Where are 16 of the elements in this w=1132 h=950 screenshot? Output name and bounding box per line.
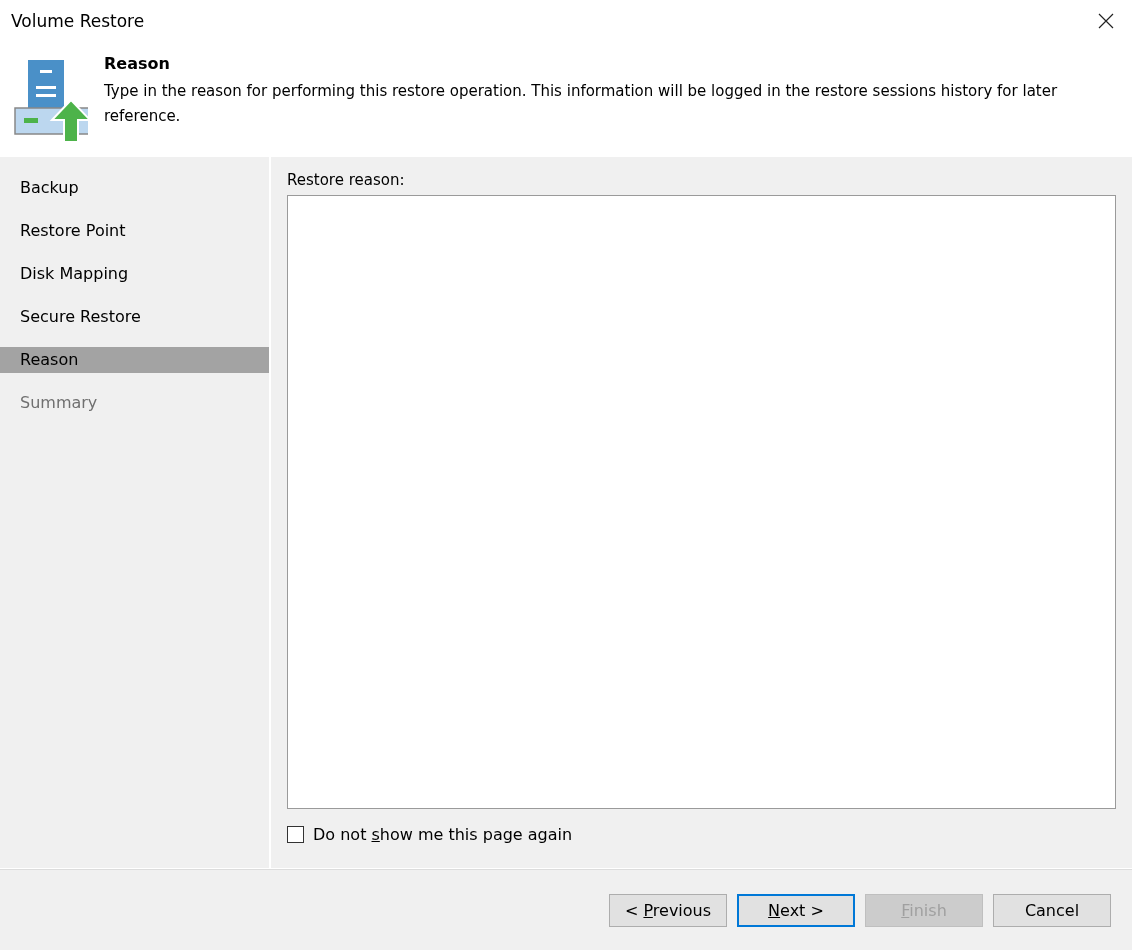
wizard-button[interactable]: < Previous: [609, 893, 727, 927]
wizard-step[interactable]: Restore Point: [0, 218, 269, 244]
page-title: Reason: [104, 54, 171, 73]
page-description: Type in the reason for performing this restore operation. This information will be logged in the restore sessions history for later reference.: [104, 81, 1059, 127]
wizard-step[interactable]: Disk Mapping: [0, 261, 269, 287]
wizard-button[interactable]: Cancel: [993, 893, 1111, 927]
checkbox-label[interactable]: Do not show me this page again: [313, 825, 573, 844]
checkbox[interactable]: [287, 826, 304, 843]
field-label: Restore reason:: [287, 171, 406, 189]
wizard-step[interactable]: Secure Restore: [0, 304, 269, 330]
wizard-step[interactable]: Reason: [0, 347, 269, 373]
window-title: Volume Restore: [11, 11, 145, 31]
close-icon[interactable]: [1098, 13, 1114, 29]
wizard-button[interactable]: Next >: [737, 893, 855, 927]
restore-reason-field[interactable]: [287, 195, 1116, 809]
wizard-step[interactable]: Backup: [0, 175, 269, 201]
